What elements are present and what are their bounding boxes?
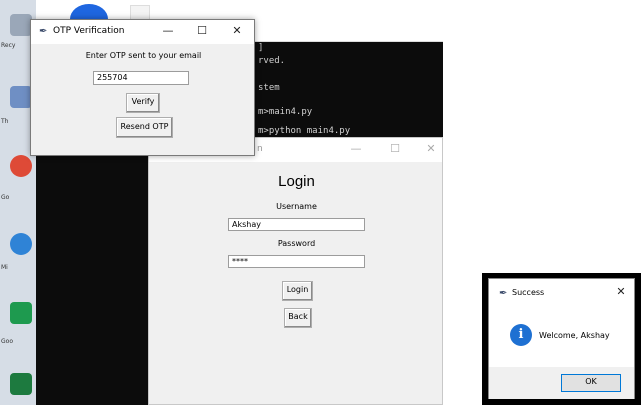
success-footer: OK: [489, 367, 634, 399]
success-message: Welcome, Akshay: [539, 331, 610, 340]
login-window: n — ☐ ✕ Login Username Akshay Password *…: [148, 137, 443, 405]
login-button[interactable]: Login: [282, 281, 313, 301]
password-input[interactable]: ****: [228, 255, 365, 268]
console-line: m>main4.py: [258, 107, 313, 117]
maximize-icon[interactable]: ☐: [192, 24, 212, 38]
close-icon[interactable]: ✕: [227, 24, 247, 38]
maximize-icon[interactable]: ☐: [385, 142, 405, 156]
username-label: Username: [276, 202, 317, 211]
console-body: [36, 140, 148, 405]
edge-icon[interactable]: [10, 233, 32, 255]
username-input[interactable]: Akshay: [228, 218, 365, 231]
drive-icon[interactable]: [10, 302, 32, 324]
success-title: Success: [512, 288, 545, 297]
verify-button[interactable]: Verify: [126, 93, 160, 113]
otp-titlebar: ✒ OTP Verification — ☐ ✕: [31, 20, 254, 44]
success-dialog: ✒ Success ✕ i Welcome, Akshay OK: [488, 278, 635, 399]
console-line: rved.: [258, 56, 286, 66]
feather-icon: ✒: [499, 288, 508, 299]
chrome-icon[interactable]: [10, 155, 32, 177]
desktop-label: Mi: [1, 264, 8, 271]
excel-icon[interactable]: [10, 373, 32, 395]
info-icon: i: [510, 324, 532, 346]
ok-button[interactable]: OK: [561, 374, 621, 392]
desktop-label: Goo: [1, 338, 13, 345]
close-icon[interactable]: ✕: [611, 285, 631, 299]
otp-verification-window: ✒ OTP Verification — ☐ ✕ Enter OTP sent …: [30, 19, 255, 156]
feather-icon: ✒: [39, 26, 48, 37]
login-heading: Login: [278, 173, 315, 190]
this-pc-icon[interactable]: [10, 86, 32, 108]
minimize-icon[interactable]: —: [158, 24, 178, 38]
console-line: m>python main4.py: [258, 126, 351, 136]
close-icon[interactable]: ✕: [421, 142, 441, 156]
back-button[interactable]: Back: [284, 308, 312, 328]
password-label: Password: [277, 239, 316, 248]
otp-window-title: OTP Verification: [53, 26, 125, 36]
desktop-label: Go: [1, 194, 10, 201]
otp-input[interactable]: 255704: [93, 71, 189, 85]
console-line: ]: [258, 43, 264, 53]
recycle-bin-icon[interactable]: [10, 14, 32, 36]
console-line: stem: [258, 83, 280, 93]
otp-prompt: Enter OTP sent to your email: [85, 51, 202, 60]
resend-otp-button[interactable]: Resend OTP: [116, 117, 173, 138]
minimize-icon[interactable]: —: [346, 142, 366, 156]
login-title-text: n: [257, 144, 263, 154]
